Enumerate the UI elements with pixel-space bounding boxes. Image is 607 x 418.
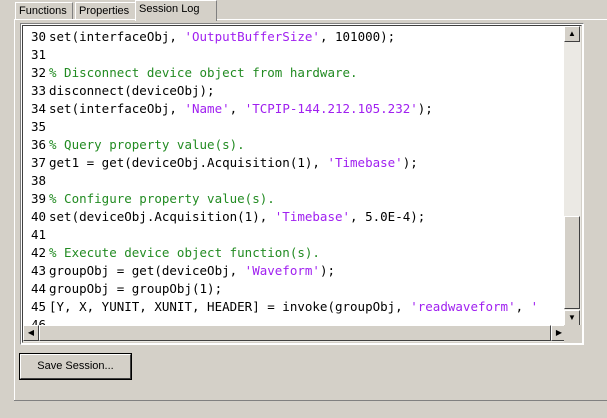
code-text: groupObj = groupObj(1); [49, 281, 223, 296]
code-line: set(interfaceObj, 'Name', 'TCPIP-144.212… [49, 100, 567, 118]
scroll-corner [564, 325, 581, 342]
code-line: set(deviceObj.Acquisition(1), 'Timebase'… [49, 208, 567, 226]
code-line: groupObj = get(deviceObj, 'Waveform'); [49, 262, 567, 280]
code-text: ); [319, 263, 335, 278]
code-comment: % Disconnect device object from hardware… [49, 65, 358, 80]
code-line: % Configure property value(s). [49, 190, 567, 208]
code-comment: % Execute device object function(s). [49, 245, 320, 260]
line-number: 31 [30, 47, 46, 62]
code-text: groupObj = get(deviceObj, [49, 263, 245, 278]
editor-frame: 3031323334353637383940414243444546 set(i… [22, 25, 582, 343]
code-text: set(deviceObj.Acquisition(1), [49, 209, 275, 224]
code-area[interactable]: set(interfaceObj, 'OutputBufferSize', 10… [49, 28, 567, 328]
code-text: ); [417, 101, 433, 116]
code-text: get1 = get(deviceObj.Acquisition(1), [49, 155, 328, 170]
code-line: get1 = get(deviceObj.Acquisition(1), 'Ti… [49, 154, 567, 172]
line-number: 32 [30, 65, 46, 80]
code-string: 'OutputBufferSize' [184, 29, 320, 44]
arrow-left-icon[interactable]: ◀ [23, 325, 39, 341]
code-text: set(interfaceObj, [49, 101, 185, 116]
line-number: 40 [30, 209, 46, 224]
code-line: % Execute device object function(s). [49, 244, 567, 262]
code-string: 'TCPIP-144.212.105.232' [244, 101, 418, 116]
code-text: [Y, X, YUNIT, XUNIT, HEADER] = invoke(gr… [49, 299, 411, 314]
code-line: % Disconnect device object from hardware… [49, 64, 567, 82]
code-line: [Y, X, YUNIT, XUNIT, HEADER] = invoke(gr… [49, 298, 567, 316]
arrow-up-icon[interactable]: ▲ [564, 26, 580, 42]
line-number: 33 [30, 83, 46, 98]
code-line: % Query property value(s). [49, 136, 567, 154]
line-number: 39 [30, 191, 46, 206]
line-number: 41 [30, 227, 46, 242]
line-number: 42 [30, 245, 46, 260]
code-comment: % Query property value(s). [49, 137, 245, 152]
code-comment: % Configure property value(s). [49, 191, 275, 206]
tab-functions[interactable]: Functions [15, 2, 73, 20]
vertical-scrollbar[interactable]: ▲ ▼ [564, 26, 581, 326]
code-text: , [229, 101, 245, 116]
horizontal-scrollbar[interactable]: ◀ ▶ [23, 325, 567, 342]
code-text: , [515, 299, 531, 314]
code-line: groupObj = groupObj(1); [49, 280, 567, 298]
line-number: 45 [30, 299, 46, 314]
line-number: 37 [30, 155, 46, 170]
session-log-editor[interactable]: 3031323334353637383940414243444546 set(i… [20, 23, 584, 345]
line-number: 43 [30, 263, 46, 278]
code-string: 'Waveform' [244, 263, 320, 278]
arrow-down-icon[interactable]: ▼ [564, 310, 580, 326]
code-string: 'readwaveform' [410, 299, 516, 314]
code-string: 'Name' [184, 101, 230, 116]
line-number: 38 [30, 173, 46, 188]
line-number: 36 [30, 137, 46, 152]
code-text: disconnect(deviceObj); [49, 83, 215, 98]
save-session-button[interactable]: Save Session... [19, 353, 132, 380]
line-number: 30 [30, 29, 46, 44]
code-text: , 101000); [319, 29, 396, 44]
tab-session-log[interactable]: Session Log [135, 0, 217, 21]
code-string: 'Timebase' [274, 209, 351, 224]
code-text: ); [402, 155, 418, 170]
line-number: 35 [30, 119, 46, 134]
vertical-scroll-thumb[interactable] [564, 216, 580, 309]
code-line: set(interfaceObj, 'OutputBufferSize', 10… [49, 28, 567, 46]
panel-bottom-border [14, 400, 607, 401]
code-string: 'Timebase' [327, 155, 403, 170]
code-text: set(interfaceObj, [49, 29, 185, 44]
code-string: ' [530, 299, 539, 314]
code-text: , 5.0E-4); [350, 209, 426, 224]
line-number: 34 [30, 101, 46, 116]
horizontal-scroll-thumb[interactable] [39, 325, 551, 341]
line-number-gutter: 3031323334353637383940414243444546 [23, 28, 48, 332]
code-line: disconnect(deviceObj); [49, 82, 567, 100]
line-number: 44 [30, 281, 46, 296]
